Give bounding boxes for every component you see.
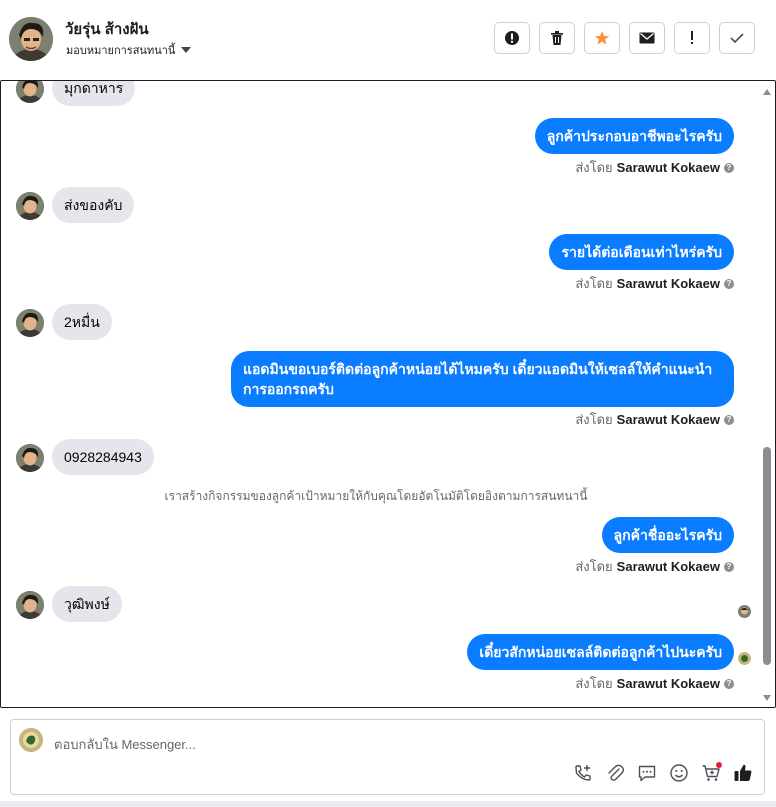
sender-name: Sarawut Kokaew [616, 160, 720, 175]
sender-name: Sarawut Kokaew [616, 559, 720, 574]
outgoing-message: ลูกค้าชื่ออะไรครับ [601, 517, 734, 553]
read-receipt-avatar [738, 605, 751, 618]
contact-avatar-small [16, 192, 44, 220]
chat-bubble-icon[interactable] [636, 762, 658, 784]
reply-input[interactable]: ตอบกลับใน Messenger... [54, 734, 196, 755]
sent-by-prefix: ส่งโดย [575, 412, 613, 427]
contact-avatar[interactable] [9, 17, 53, 61]
star-button[interactable] [584, 22, 620, 54]
paperclip-icon[interactable] [604, 762, 626, 784]
conversation-header: วัยรุ่น ส้างฝัน มอบหมายการสนทนานี้ [0, 0, 776, 80]
outgoing-message: เดี๋ยวสักหน่อยเซลล์ติดต่อลูกค้าไปนะครับ [467, 634, 734, 670]
incoming-message: ส่งของคับ [52, 187, 135, 223]
check-icon [730, 33, 744, 44]
contact-avatar-small [16, 444, 44, 472]
notification-dot [716, 762, 722, 768]
contact-avatar-small [16, 81, 44, 103]
done-button[interactable] [719, 22, 755, 54]
info-icon[interactable]: ? [724, 414, 734, 425]
scrollbar[interactable] [761, 85, 773, 703]
info-icon[interactable]: ? [724, 162, 734, 173]
alert-circle-icon [505, 31, 519, 45]
sent-by-label: ส่งโดย Sarawut Kokaew ? [575, 673, 734, 694]
star-icon [594, 31, 610, 45]
mark-unread-button[interactable] [629, 22, 665, 54]
header-actions [494, 22, 755, 54]
outgoing-message: ลูกค้าประกอบอาชีพอะไรครับ [534, 118, 734, 154]
spam-button[interactable] [494, 22, 530, 54]
scroll-down-arrow[interactable] [763, 695, 771, 701]
message-thread[interactable]: มุกดาหาร ลูกค้าประกอบอาชีพอะไรครับ ส่งโด… [0, 80, 776, 708]
assign-conversation-dropdown[interactable]: มอบหมายการสนทนานี้ [66, 41, 192, 59]
scrollbar-thumb[interactable] [763, 447, 771, 665]
sent-by-prefix: ส่งโดย [575, 160, 613, 175]
sent-by-label: ส่งโดย Sarawut Kokaew ? [575, 157, 734, 178]
incoming-message: 0928284943 [52, 439, 154, 475]
reply-composer[interactable]: ตอบกลับใน Messenger... [10, 719, 765, 795]
scroll-up-arrow[interactable] [763, 89, 771, 95]
outgoing-message: แอดมินขอเบอร์ติดต่อลูกค้าหน่อยได้ไหมครับ… [231, 351, 734, 407]
sender-name: Sarawut Kokaew [616, 676, 720, 691]
contact-avatar-small [16, 591, 44, 619]
contact-avatar-small [16, 309, 44, 337]
sender-name: Sarawut Kokaew [616, 276, 720, 291]
sent-by-prefix: ส่งโดย [575, 559, 613, 574]
assign-label: มอบหมายการสนทนานี้ [66, 45, 176, 57]
outgoing-message: รายได้ต่อเดือนเท่าไหร่ครับ [549, 234, 734, 270]
info-icon[interactable]: ? [724, 561, 734, 572]
sender-name: Sarawut Kokaew [616, 412, 720, 427]
incoming-message: มุกดาหาร [52, 81, 136, 106]
emoji-icon[interactable] [668, 762, 690, 784]
contact-name: วัยรุ่น ส้างฝัน [65, 21, 149, 38]
trash-icon [551, 31, 563, 45]
exclamation-icon [691, 31, 693, 44]
incoming-message: วุฒิพงษ์ [52, 586, 122, 622]
info-icon[interactable]: ? [724, 678, 734, 689]
composer-tools [572, 762, 754, 784]
phone-plus-icon[interactable] [572, 762, 594, 784]
sent-by-label: ส่งโดย Sarawut Kokaew ? [575, 273, 734, 294]
delete-button[interactable] [539, 22, 575, 54]
info-icon[interactable]: ? [724, 278, 734, 289]
follow-up-button[interactable] [674, 22, 710, 54]
sent-by-prefix: ส่งโดย [575, 276, 613, 291]
sent-by-label: ส่งโดย Sarawut Kokaew ? [575, 556, 734, 577]
system-message: เราสร้างกิจกรรมของลูกค้าเป้าหมายให้กับคุ… [164, 489, 588, 503]
page-avatar [19, 728, 43, 752]
incoming-message: 2หมื่น [52, 304, 112, 340]
chevron-down-icon [181, 47, 192, 53]
page-avatar-small [738, 652, 751, 665]
envelope-icon [639, 32, 655, 44]
thumbs-up-icon[interactable] [732, 762, 754, 784]
cart-icon[interactable] [700, 762, 722, 784]
sent-by-label: ส่งโดย Sarawut Kokaew ? [575, 409, 734, 430]
bottom-divider [0, 801, 776, 807]
sent-by-prefix: ส่งโดย [575, 676, 613, 691]
